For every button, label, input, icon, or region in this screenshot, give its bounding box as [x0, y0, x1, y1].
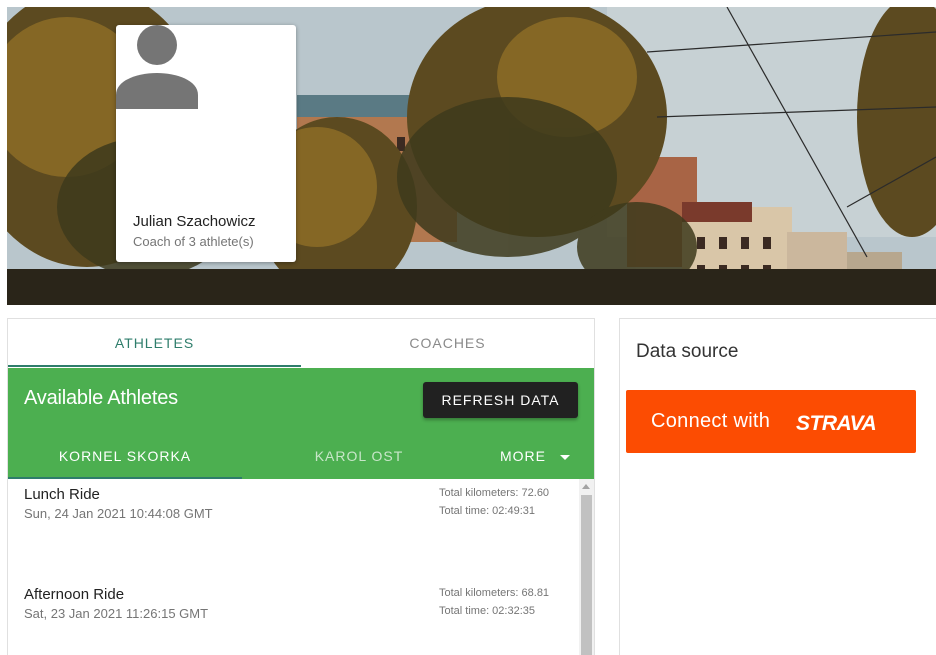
scroll-up-icon[interactable] — [582, 484, 590, 489]
cover-photo: Julian Szachowicz Coach of 3 athlete(s) — [7, 7, 936, 305]
strava-wordmark: STRAVA — [796, 412, 876, 433]
profile-card: Julian Szachowicz Coach of 3 athlete(s) — [116, 25, 296, 262]
activity-list: Lunch Ride Sun, 24 Jan 2021 10:44:08 GMT… — [8, 479, 579, 655]
activity-scrollbar[interactable] — [579, 479, 594, 655]
connect-with-label: Connect with — [651, 410, 771, 432]
activity-date: Sun, 24 Jan 2021 10:44:08 GMT — [24, 506, 213, 521]
tab-athletes[interactable]: ATHLETES — [8, 319, 301, 368]
activity-name: Lunch Ride — [24, 486, 100, 503]
data-source-title: Data source — [636, 341, 739, 362]
person-icon — [116, 25, 198, 109]
list-item[interactable]: Afternoon Ride Sat, 23 Jan 2021 11:26:15… — [8, 579, 579, 655]
activity-name: Afternoon Ride — [24, 586, 125, 603]
tab-athlete-karol-ost[interactable]: KAROL OST — [242, 433, 476, 479]
tab-athlete-kornel-skorka[interactable]: KORNEL SKORKA — [8, 433, 242, 479]
athletes-panel: ATHLETES COACHES Available Athletes REFR… — [7, 318, 595, 655]
available-athletes-title: Available Athletes — [24, 387, 178, 409]
activity-date: Sat, 23 Jan 2021 11:26:15 GMT — [24, 606, 209, 621]
tab-coaches[interactable]: COACHES — [301, 319, 594, 368]
profile-name: Julian Szachowicz — [133, 213, 256, 230]
activity-time: Total time: 02:49:31 — [439, 505, 536, 517]
scroll-thumb[interactable] — [581, 495, 592, 655]
strava-logo: STRAVA — [796, 412, 877, 433]
more-tabs-dropdown[interactable]: MORE — [476, 433, 594, 479]
caret-down-icon — [560, 454, 570, 460]
more-label: MORE — [500, 448, 546, 464]
activity-time: Total time: 02:32:35 — [439, 605, 536, 617]
activity-kilometers: Total kilometers: 72.60 — [439, 487, 550, 499]
activity-kilometers: Total kilometers: 68.81 — [439, 587, 550, 599]
profile-role: Coach of 3 athlete(s) — [133, 234, 254, 249]
list-item[interactable]: Lunch Ride Sun, 24 Jan 2021 10:44:08 GMT… — [8, 479, 579, 579]
connect-strava-button[interactable]: Connect with STRAVA — [626, 390, 916, 453]
main-tabs: ATHLETES COACHES — [8, 319, 594, 368]
refresh-data-button[interactable]: REFRESH DATA — [423, 382, 578, 418]
data-source-panel: Data source Connect with STRAVA — [619, 318, 936, 655]
athletes-toolbar: Available Athletes REFRESH DATA KORNEL S… — [8, 368, 594, 479]
tab-active-indicator — [8, 365, 301, 367]
